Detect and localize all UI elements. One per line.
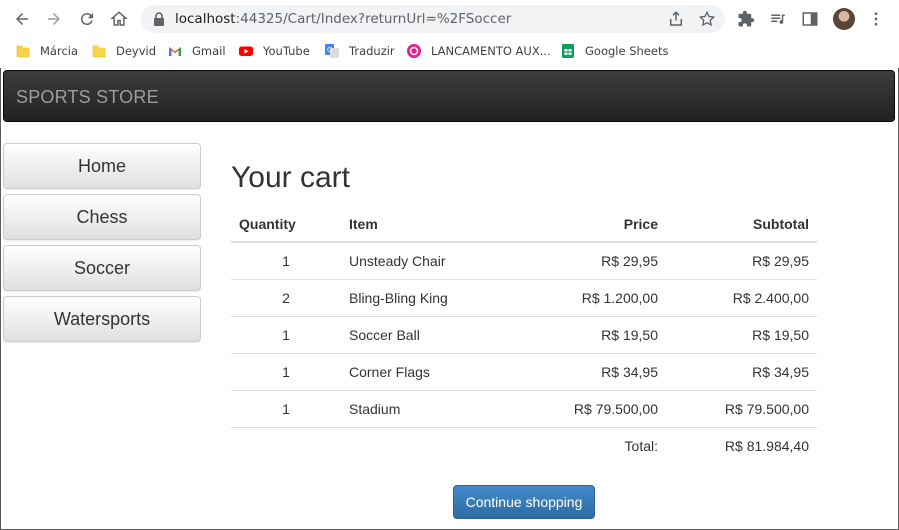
home-button[interactable] — [107, 7, 131, 31]
total-value: R$ 81.984,40 — [666, 426, 817, 464]
menu-button[interactable] — [866, 9, 886, 29]
bookmarks-bar: Márcia Deyvid Gmail YouTube G Traduzir L… — [0, 38, 899, 64]
youtube-icon — [239, 46, 253, 56]
bookmark-label: Deyvid — [116, 44, 157, 58]
playlist-icon — [771, 14, 785, 24]
extensions-button[interactable] — [736, 9, 756, 29]
bookmark-label: Gmail — [192, 44, 226, 58]
total-row: Total: R$ 81.984,40 — [231, 426, 817, 464]
cell-quantity: 1 — [282, 252, 290, 269]
browser-toolbar: localhost:44325/Cart/Index?returnUrl=%2F… — [0, 0, 899, 38]
bookmark-marcia[interactable]: Márcia — [16, 42, 78, 60]
bookmark-gmail[interactable]: Gmail — [168, 42, 226, 60]
category-chess-button[interactable]: Chess — [3, 194, 201, 240]
header-subtotal: Subtotal — [666, 206, 817, 243]
bookmark-label: Traduzir — [349, 44, 395, 58]
sheets-icon — [562, 44, 574, 58]
translate-icon: G — [325, 44, 339, 58]
profile-avatar[interactable] — [833, 8, 855, 30]
cell-price: R$ 19,50 — [501, 315, 666, 353]
folder-icon — [16, 45, 30, 58]
bookmark-lancamento[interactable]: LANCAMENTO AUX... — [407, 42, 551, 60]
side-panel-button[interactable] — [800, 9, 820, 29]
bookmark-traduzir[interactable]: G Traduzir — [325, 42, 395, 60]
cell-price: R$ 34,95 — [501, 352, 666, 390]
cell-item: Soccer Ball — [341, 315, 501, 353]
app-icon — [407, 44, 421, 58]
header-price: Price — [501, 206, 666, 243]
bookmark-label: LANCAMENTO AUX... — [431, 44, 551, 58]
side-panel-icon — [802, 12, 818, 26]
page-viewport: SPORTS STORE Home Chess Soccer Waterspor… — [0, 68, 899, 530]
url-text: localhost:44325/Cart/Index?returnUrl=%2F… — [175, 11, 512, 27]
forward-arrow-icon — [48, 13, 60, 25]
cell-item: Unsteady Chair — [349, 252, 446, 269]
home-icon — [110, 11, 128, 26]
lock-icon — [154, 12, 164, 26]
cell-subtotal: R$ 19,50 — [666, 315, 817, 353]
reload-icon — [80, 13, 93, 26]
address-bar[interactable]: localhost:44325/Cart/Index?returnUrl=%2F… — [141, 5, 725, 33]
kebab-menu-icon — [874, 12, 878, 26]
continue-shopping-button[interactable]: Continue shopping — [453, 485, 595, 519]
forward-button[interactable] — [42, 7, 66, 31]
puzzle-icon — [738, 10, 755, 27]
cart-table: Quantity Item Price Subtotal 1 Unsteady … — [231, 206, 817, 464]
gmail-icon — [169, 47, 181, 56]
header-item: Item — [341, 206, 501, 243]
page-title: Your cart — [231, 161, 350, 194]
cell-subtotal: R$ 34,95 — [666, 352, 817, 390]
cell-quantity: 1 — [231, 315, 341, 353]
cell-price: R$ 1.200,00 — [501, 278, 666, 316]
cell-price: R$ 29,95 — [601, 252, 658, 269]
total-label: Total: — [231, 426, 666, 464]
bookmark-deyvid[interactable]: Deyvid — [92, 42, 156, 60]
site-navbar: SPORTS STORE — [3, 70, 895, 122]
category-soccer-button[interactable]: Soccer — [3, 245, 201, 291]
header-quantity: Quantity — [231, 206, 341, 243]
svg-text:G: G — [327, 46, 332, 54]
share-icon[interactable] — [667, 10, 685, 28]
cell-price: R$ 79.500,00 — [501, 389, 666, 427]
cell-subtotal: R$ 29,95 — [752, 252, 809, 269]
table-row: 1 Unsteady Chair R$ 29,95 R$ 29,95 — [231, 242, 817, 279]
cell-quantity: 2 — [231, 278, 341, 316]
cell-item: Bling-Bling King — [341, 278, 501, 316]
bookmark-label: Márcia — [40, 44, 79, 58]
table-row: 1 Soccer Ball R$ 19,50 R$ 19,50 — [231, 315, 817, 353]
table-row: 1 Corner Flags R$ 34,95 R$ 34,95 — [231, 352, 817, 390]
cell-item: Corner Flags — [341, 352, 501, 390]
table-row: 2 Bling-Bling King R$ 1.200,00 R$ 2.400,… — [231, 278, 817, 316]
bookmark-label: YouTube — [263, 44, 310, 58]
back-button[interactable] — [10, 7, 34, 31]
back-arrow-icon — [16, 13, 28, 25]
table-header-row: Quantity Item Price Subtotal — [231, 206, 817, 243]
cell-subtotal: R$ 79.500,00 — [666, 389, 817, 427]
bookmark-youtube[interactable]: YouTube — [239, 42, 310, 60]
cell-quantity: 1 — [231, 389, 341, 427]
cell-quantity: 1 — [231, 352, 341, 390]
cell-subtotal: R$ 2.400,00 — [666, 278, 817, 316]
folder-icon — [92, 45, 106, 58]
table-row: 1 Stadium R$ 79.500,00 R$ 79.500,00 — [231, 389, 817, 427]
media-button[interactable] — [768, 9, 788, 29]
star-icon[interactable] — [698, 10, 716, 28]
category-watersports-button[interactable]: Watersports — [3, 296, 201, 342]
reload-button[interactable] — [75, 7, 99, 31]
bookmark-label: Google Sheets — [585, 44, 669, 58]
cell-item: Stadium — [341, 389, 501, 427]
bookmark-google-sheets[interactable]: Google Sheets — [561, 42, 668, 60]
brand-link[interactable]: SPORTS STORE — [16, 87, 159, 108]
category-home-button[interactable]: Home — [3, 143, 201, 189]
